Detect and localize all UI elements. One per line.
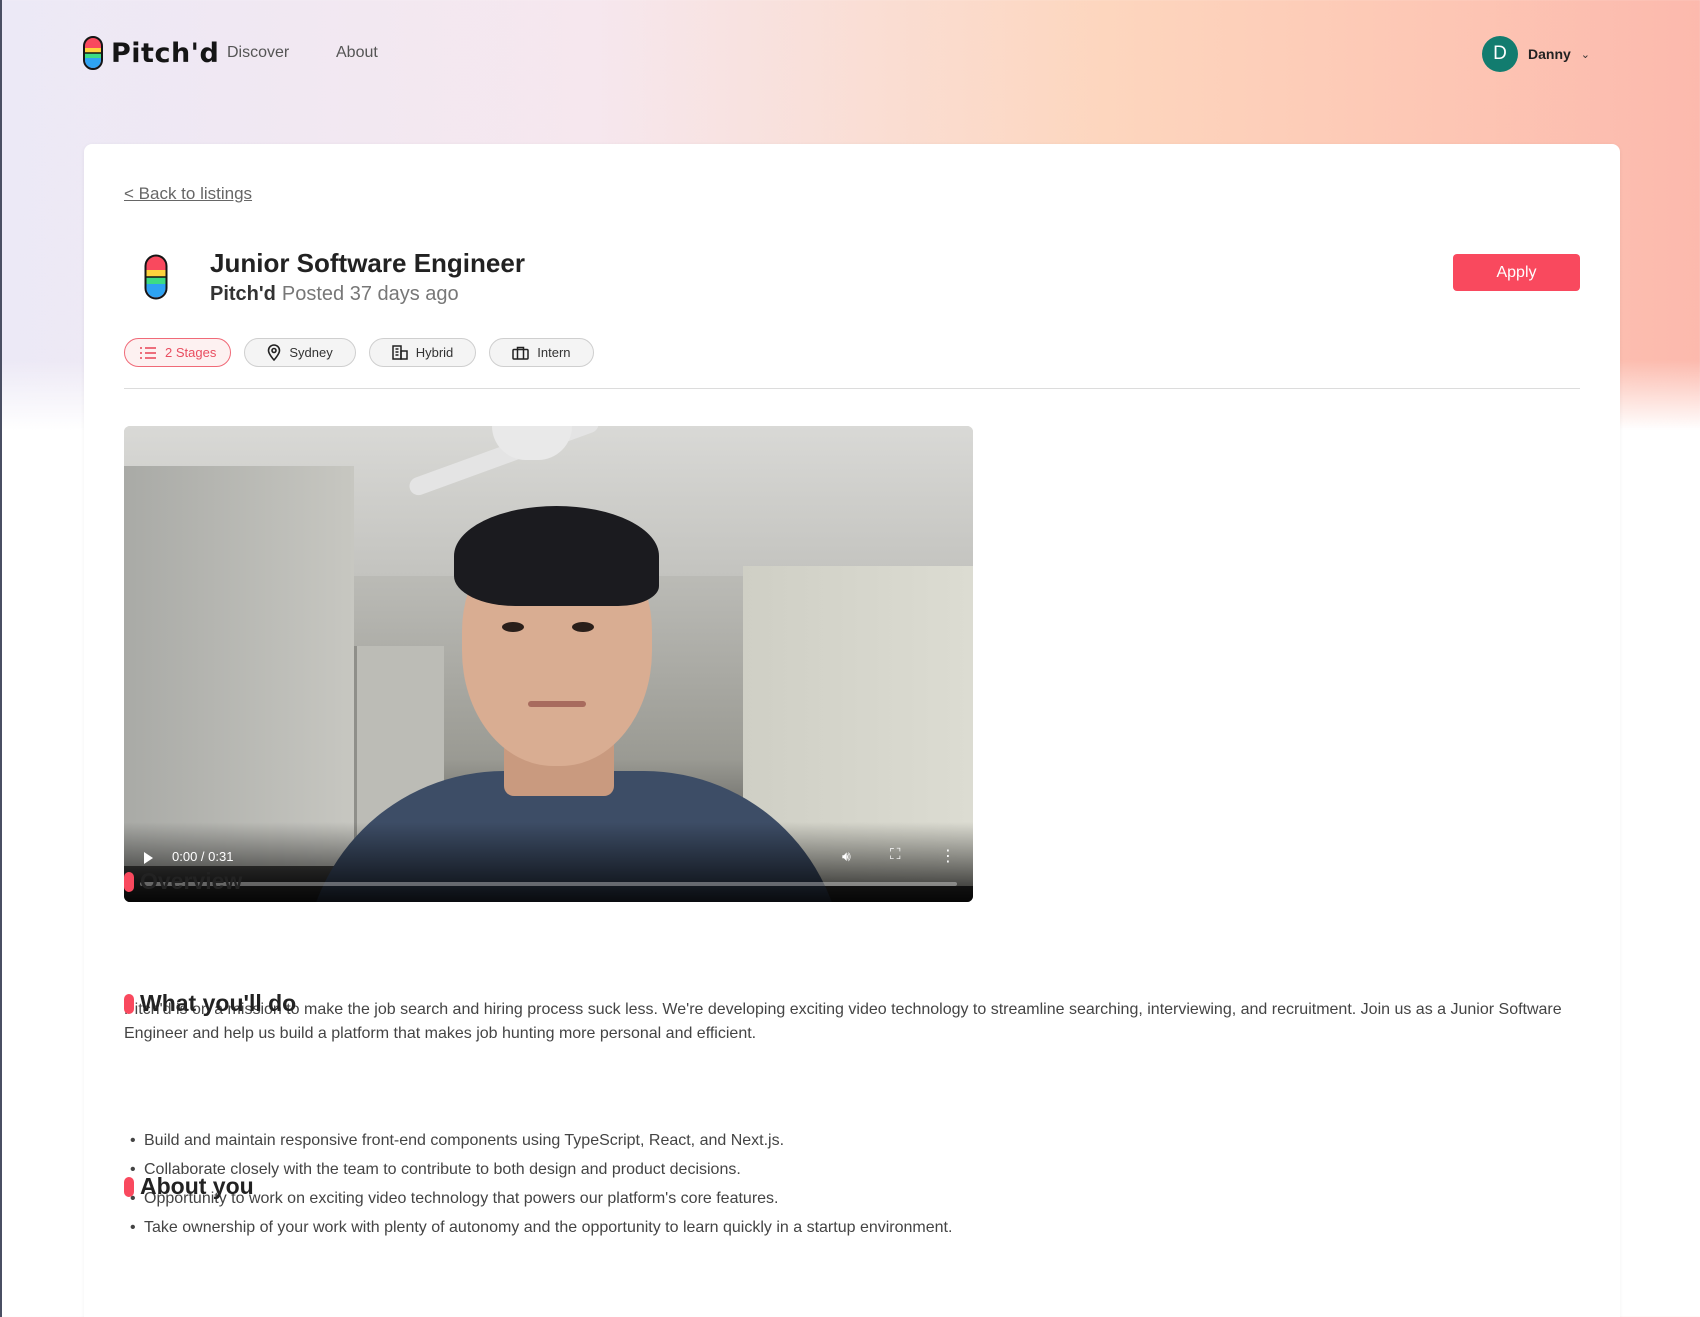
tag-label: Intern (537, 345, 571, 360)
list-icon (140, 346, 156, 359)
company-name: Pitch'd (210, 283, 276, 305)
list-item: Build and maintain responsive front-end … (130, 1126, 952, 1155)
list-item: Opportunity to work on exciting video te… (130, 1184, 952, 1213)
responsibilities-list: Build and maintain responsive front-end … (130, 1126, 952, 1242)
briefcase-icon (512, 346, 530, 360)
overview-text: Pitch'd is on a mission to make the job … (124, 1001, 1562, 1042)
chevron-down-icon: ⌄ (1580, 48, 1591, 61)
video-progress-bar[interactable] (140, 882, 957, 886)
video-time: 0:00 / 0:31 (172, 849, 234, 864)
section-marker (124, 1176, 134, 1197)
tag-label: Hybrid (415, 345, 454, 360)
company-line: Pitch'd Posted 37 days ago (210, 283, 459, 306)
company-logo (144, 254, 168, 305)
tag-job-type[interactable]: Intern (489, 338, 594, 367)
job-detail-card: < Back to listings Junior Software Engin… (84, 144, 1620, 1317)
pitchd-logo-icon (83, 36, 103, 70)
tag-label: Sydney (289, 345, 333, 360)
avatar: D (1482, 36, 1518, 72)
tag-stages[interactable]: 2 Stages (124, 338, 232, 367)
posted-date: Posted 37 days ago (281, 283, 459, 305)
top-nav: Pitch'd Discover About D Danny ⌄ (0, 0, 1700, 110)
more-options-icon[interactable]: ⋮ (940, 846, 956, 866)
job-title: Junior Software Engineer (210, 248, 525, 278)
apply-button[interactable]: Apply (1453, 254, 1580, 291)
about-you-heading: About you (124, 1173, 254, 1200)
section-marker (124, 871, 134, 892)
back-to-listings-link[interactable]: < Back to listings (124, 184, 252, 204)
brand-name: Pitch'd (111, 37, 220, 69)
user-menu[interactable]: D Danny ⌄ (1482, 36, 1590, 72)
job-tags: 2 Stages Sydney Hybrid Intern (124, 338, 594, 367)
pitchd-logo-icon (144, 254, 168, 300)
tag-label: 2 Stages (165, 345, 217, 360)
nav-discover[interactable]: Discover (227, 44, 289, 62)
video-controls: 0:00 / 0:31 🔊︎ ⛶ ⋮ (124, 822, 973, 902)
play-icon[interactable] (144, 852, 153, 864)
brand-logo[interactable]: Pitch'd (83, 36, 219, 70)
location-pin-icon (268, 344, 281, 361)
list-item: Take ownership of your work with plenty … (130, 1213, 952, 1242)
list-item: Collaborate closely with the team to con… (130, 1155, 952, 1184)
tag-location[interactable]: Sydney (244, 338, 356, 367)
building-icon (391, 345, 408, 360)
what-youll-do-heading: What you'll do (124, 990, 296, 1017)
nav-about[interactable]: About (336, 44, 378, 62)
fullscreen-icon[interactable]: ⛶ (890, 846, 901, 863)
section-marker (124, 993, 134, 1014)
user-name: Danny (1528, 46, 1571, 62)
volume-icon[interactable]: 🔊︎ (842, 848, 851, 865)
tag-work-mode[interactable]: Hybrid (368, 338, 477, 367)
overview-heading: Overview (124, 868, 242, 895)
pitch-video-player[interactable]: 0:00 / 0:31 🔊︎ ⛶ ⋮ (124, 426, 973, 902)
divider (124, 388, 1580, 389)
